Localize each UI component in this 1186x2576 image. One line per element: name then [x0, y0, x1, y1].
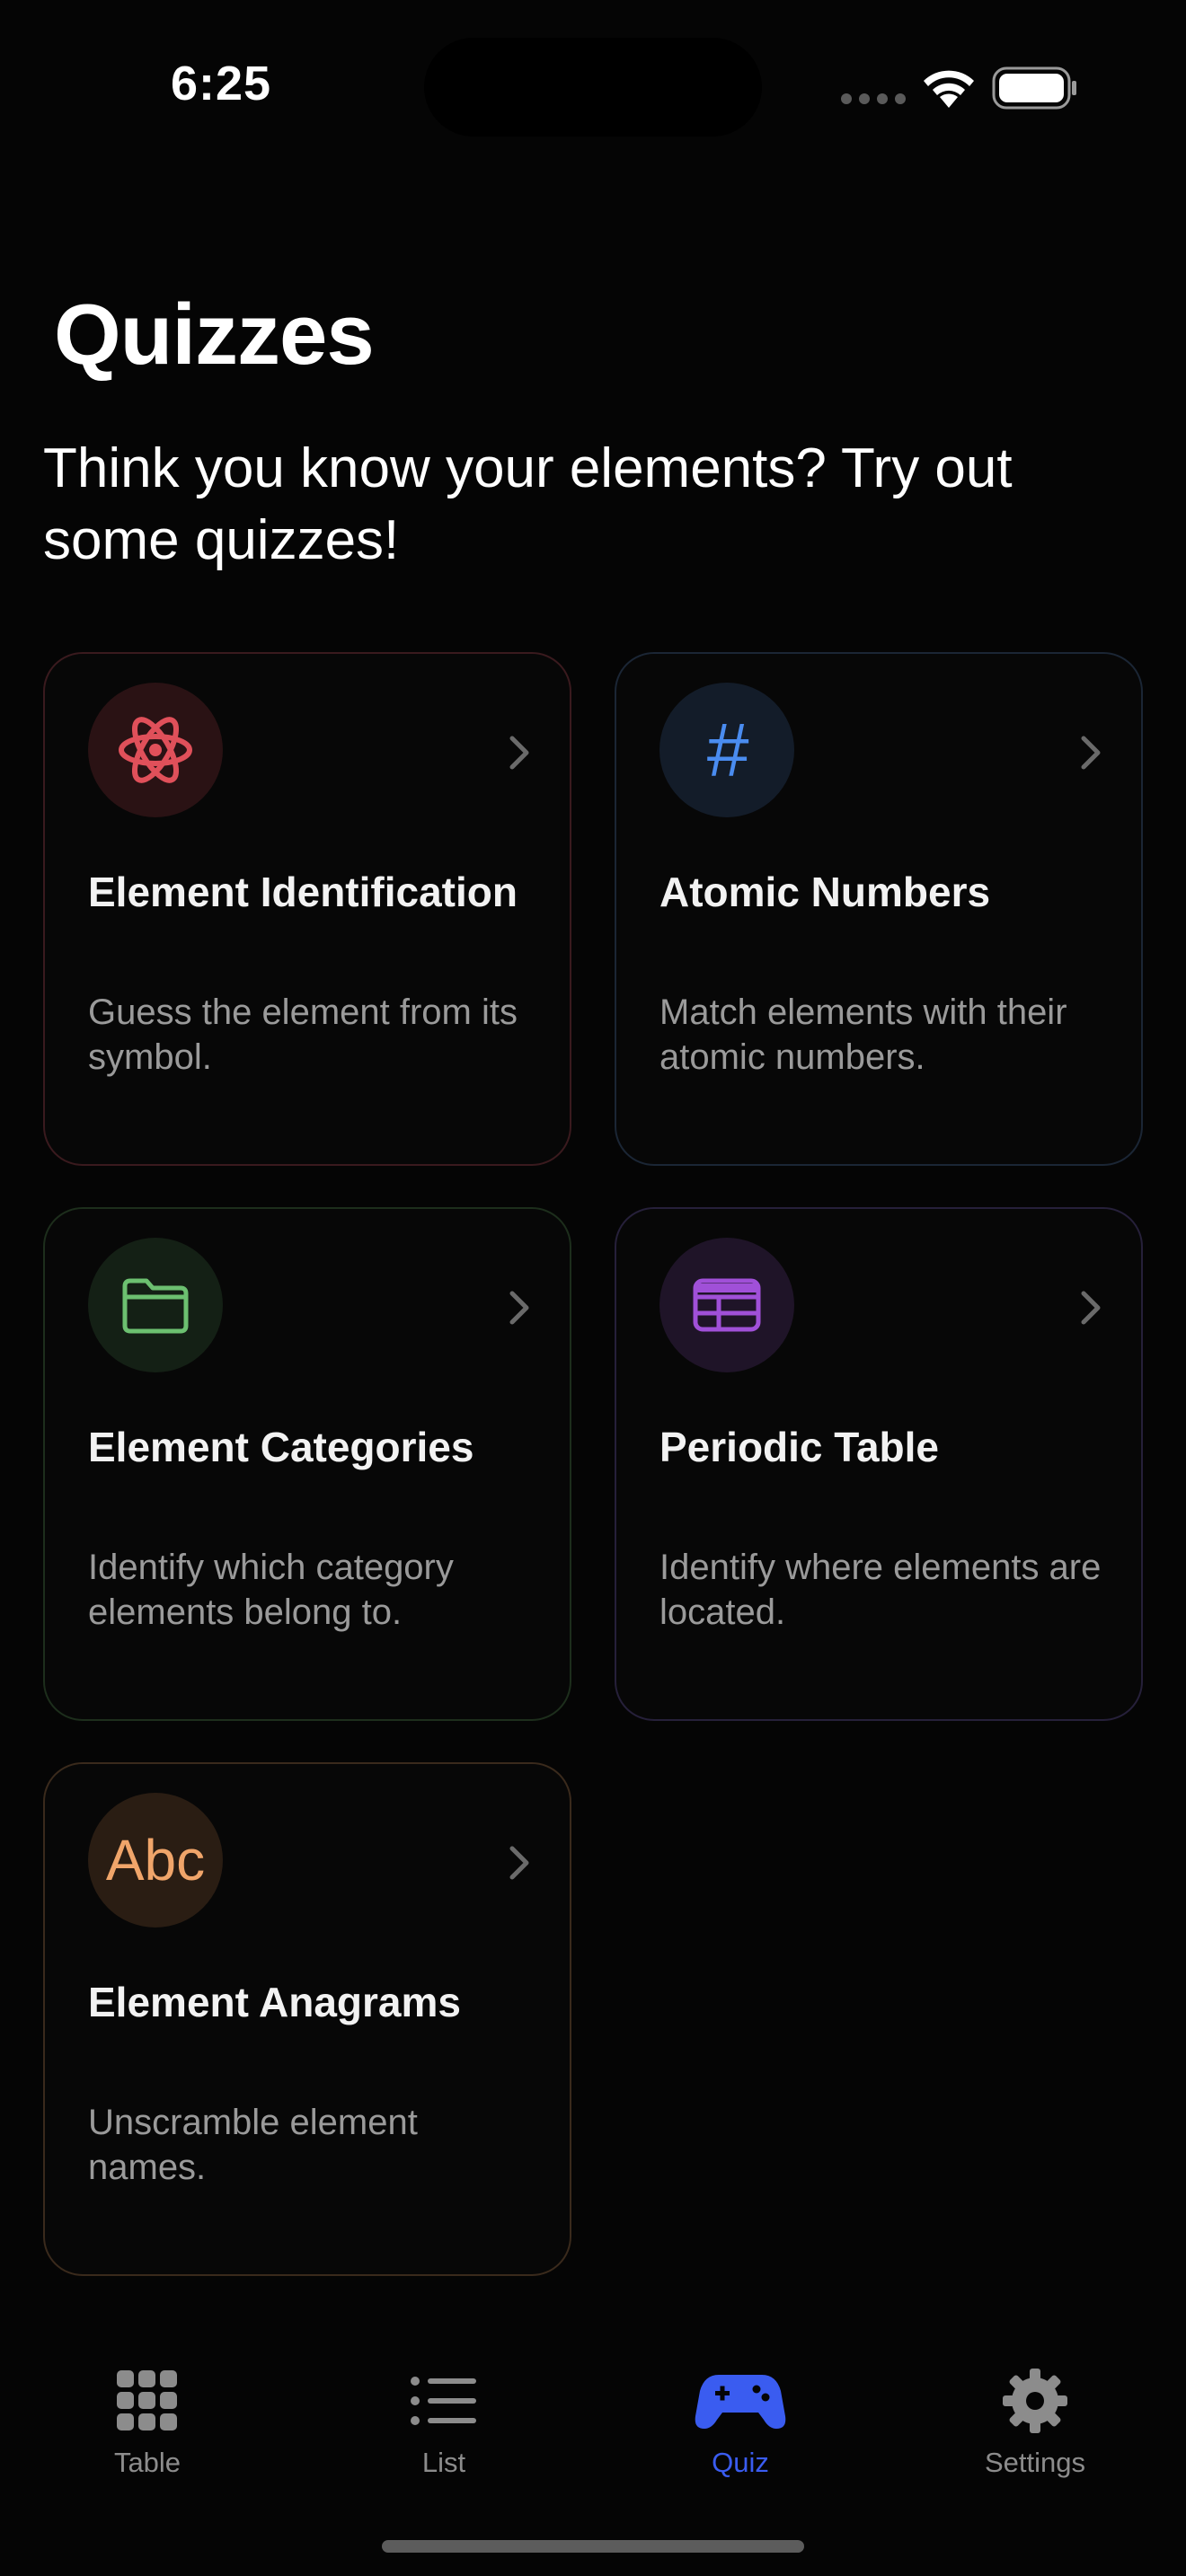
quiz-card-description: Identify which category elements belong …: [88, 1548, 454, 1632]
atom-icon: [88, 683, 223, 817]
grid-icon: [58, 2360, 237, 2441]
quiz-card-element-categories[interactable]: Element Categories Identify which catego…: [43, 1207, 571, 1721]
number-sign-icon: #: [659, 683, 794, 817]
gear-icon: [945, 2360, 1125, 2441]
tab-quiz[interactable]: Quiz: [651, 2360, 830, 2479]
quiz-card-title: Element Identification: [88, 869, 518, 915]
table-grid-icon: [659, 1238, 794, 1372]
page-subtitle: Think you know your elements? Try out so…: [43, 437, 1013, 571]
chevron-right-icon: [509, 1291, 529, 1325]
quiz-card-description: Guess the element from its symbol.: [88, 992, 518, 1077]
quiz-card-title: Periodic Table: [659, 1424, 940, 1470]
cellular-signal-icon: [841, 93, 906, 104]
quiz-card-atomic-numbers[interactable]: # Atomic Numbers Match elements with the…: [615, 652, 1143, 1166]
quiz-card-title: Element Anagrams: [88, 1979, 461, 2025]
quiz-card-periodic-table[interactable]: Periodic Table Identify where elements a…: [615, 1207, 1143, 1721]
quiz-card-description: Identify where elements are located.: [659, 1548, 1102, 1632]
quiz-screen: 6:25 Quizzes Think you know your element…: [0, 0, 1186, 2576]
gamecontroller-icon: [651, 2360, 830, 2441]
abc-text-icon: Abc: [88, 1793, 223, 1928]
chevron-right-icon: [1081, 1291, 1101, 1325]
number-sign-glyph: #: [705, 707, 748, 792]
quiz-card-description: Match elements with their atomic numbers…: [659, 992, 1067, 1077]
battery-icon: [992, 66, 1076, 110]
tab-label: Table: [113, 2447, 181, 2478]
wifi-icon: [924, 70, 974, 108]
tab-label: Quiz: [712, 2447, 769, 2478]
tab-settings[interactable]: Settings: [945, 2360, 1125, 2479]
quiz-card-element-anagrams[interactable]: Abc Element Anagrams Unscramble element …: [43, 1762, 571, 2276]
quiz-card-title: Atomic Numbers: [659, 869, 991, 915]
chevron-right-icon: [509, 1846, 529, 1880]
tab-label: List: [421, 2447, 466, 2478]
chevron-right-icon: [509, 736, 529, 770]
tab-label: Settings: [984, 2447, 1085, 2478]
tab-table[interactable]: Table: [58, 2360, 237, 2479]
quiz-card-title: Element Categories: [88, 1424, 474, 1470]
quiz-card-element-identification[interactable]: Element Identification Guess the element…: [43, 652, 571, 1166]
tab-list[interactable]: List: [354, 2360, 534, 2479]
abc-glyph: Abc: [105, 1828, 206, 1892]
quiz-card-description: Unscramble element names.: [88, 2103, 418, 2187]
dynamic-island: [424, 38, 762, 137]
home-indicator[interactable]: [382, 2540, 804, 2553]
chevron-right-icon: [1081, 736, 1101, 770]
status-time: 6:25: [171, 57, 272, 110]
list-icon: [354, 2360, 534, 2441]
page-title: Quizzes: [54, 287, 375, 383]
folder-icon: [88, 1238, 223, 1372]
